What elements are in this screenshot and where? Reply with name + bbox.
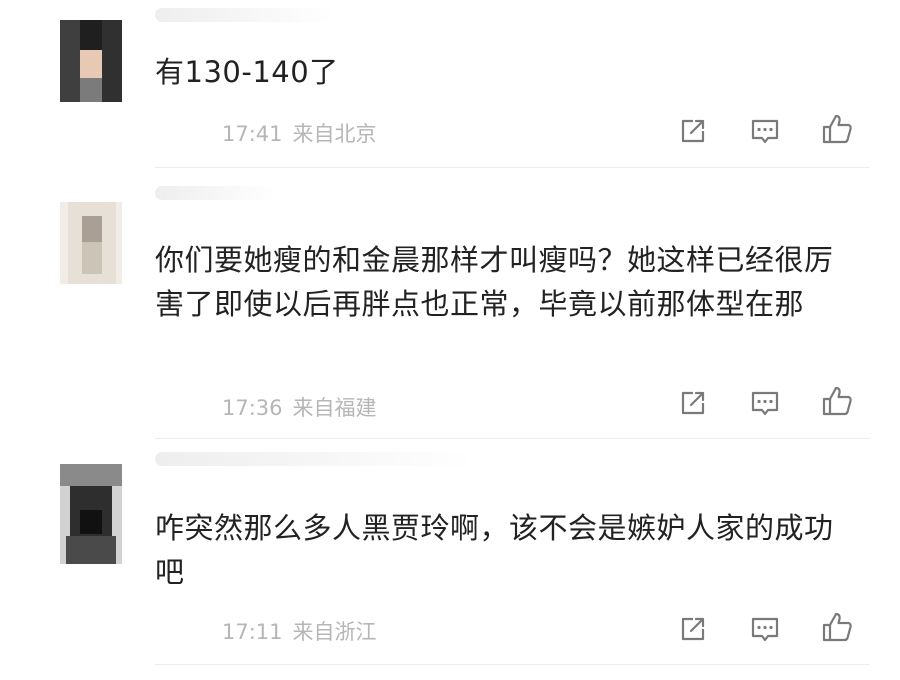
comment-meta: 17:11 来自浙江 xyxy=(222,616,377,646)
comment-meta: 17:36 来自福建 xyxy=(222,392,377,422)
comment-location: 来自北京 xyxy=(292,122,377,146)
avatar[interactable] xyxy=(60,202,122,284)
username-blurred[interactable] xyxy=(155,8,335,22)
comment-icon[interactable] xyxy=(748,612,782,646)
avatar[interactable] xyxy=(60,20,122,102)
comment-meta: 17:41 来自北京 xyxy=(222,118,377,148)
divider xyxy=(155,664,870,665)
share-icon[interactable] xyxy=(676,612,710,646)
comment-location: 来自浙江 xyxy=(292,620,377,644)
username-blurred[interactable] xyxy=(155,452,475,466)
share-icon[interactable] xyxy=(676,386,710,420)
comment-item: 有130-140了 17:41 来自北京 xyxy=(0,0,900,170)
comment-location: 来自福建 xyxy=(292,396,377,420)
comment-item: 咋突然那么多人黑贾玲啊，该不会是嫉妒人家的成功吧 17:11 来自浙江 xyxy=(0,440,900,680)
comment-item: 你们要她瘦的和金晨那样才叫瘦吗？她这样已经很厉害了即使以后再胖点也正常，毕竟以前… xyxy=(0,170,900,440)
divider xyxy=(155,167,870,168)
thumbs-up-icon[interactable] xyxy=(820,112,854,146)
comment-time: 17:11 xyxy=(222,620,283,644)
divider xyxy=(155,438,870,439)
comment-text: 你们要她瘦的和金晨那样才叫瘦吗？她这样已经很厉害了即使以后再胖点也正常，毕竟以前… xyxy=(155,243,834,321)
share-icon[interactable] xyxy=(676,114,710,148)
thumbs-up-icon[interactable] xyxy=(820,610,854,644)
comment-time: 17:36 xyxy=(222,396,283,420)
avatar[interactable] xyxy=(60,464,122,564)
comment-text: 咋突然那么多人黑贾玲啊，该不会是嫉妒人家的成功吧 xyxy=(155,511,834,589)
thumbs-up-icon[interactable] xyxy=(820,384,854,418)
comment-icon[interactable] xyxy=(748,386,782,420)
comment-icon[interactable] xyxy=(748,114,782,148)
username-blurred[interactable] xyxy=(155,186,275,200)
comment-text: 有130-140了 xyxy=(155,55,339,89)
comment-time: 17:41 xyxy=(222,122,283,146)
